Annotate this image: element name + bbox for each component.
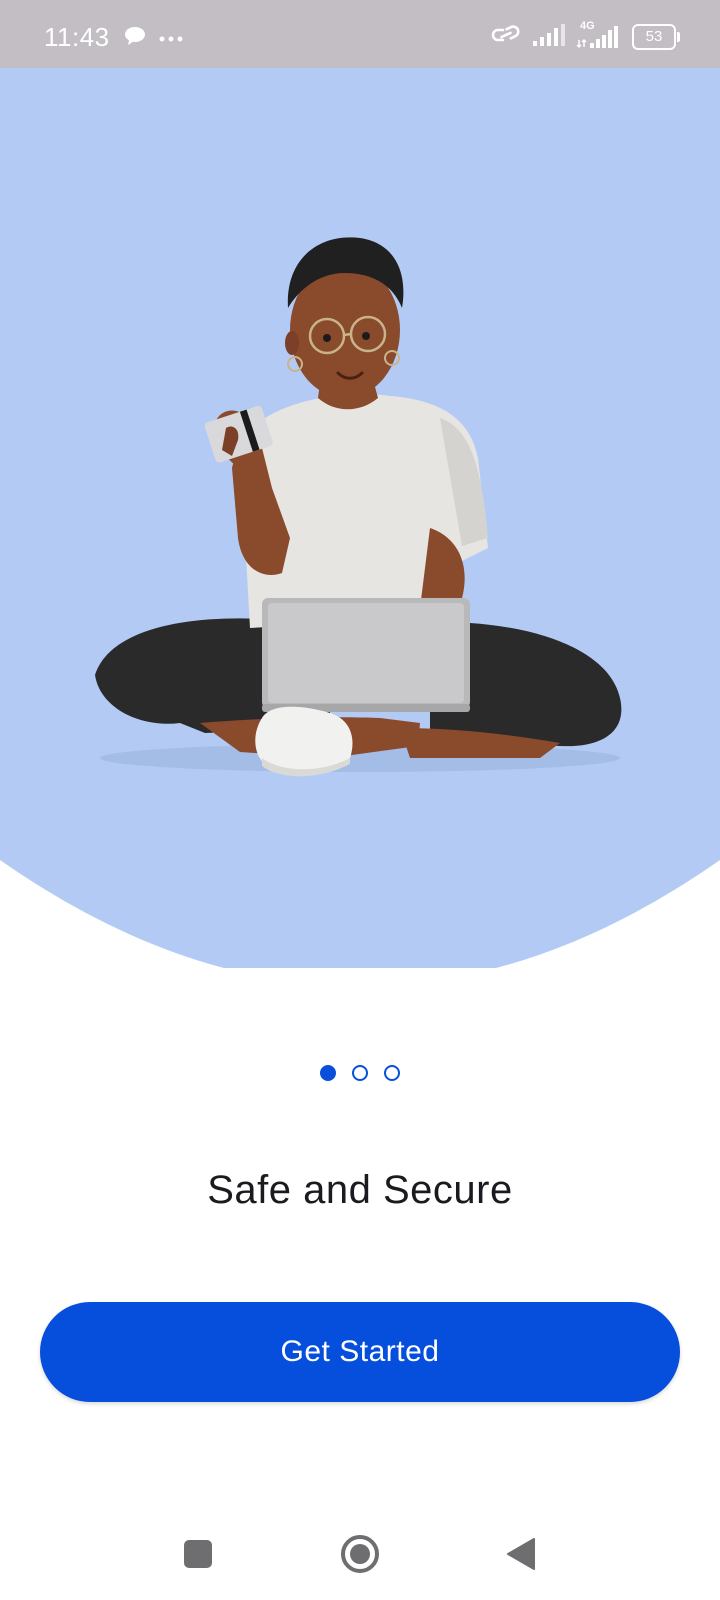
hero-background: [0, 68, 720, 968]
get-started-button[interactable]: Get Started: [40, 1302, 680, 1402]
status-bar: 11:43 4G 53: [0, 0, 720, 68]
circle-icon: [341, 1535, 379, 1573]
link-icon: [490, 23, 522, 52]
square-icon: [184, 1540, 212, 1568]
pager-dot[interactable]: [320, 1065, 336, 1081]
battery-icon: 53: [632, 24, 680, 50]
more-notifications-icon: [158, 30, 184, 48]
pager-dot[interactable]: [384, 1065, 400, 1081]
system-navigation-bar: [0, 1500, 720, 1600]
onboarding-pager: [0, 1065, 720, 1081]
pager-dot[interactable]: [352, 1065, 368, 1081]
mobile-data-4g-icon: 4G: [576, 21, 622, 49]
back-triangle-icon: [507, 1538, 535, 1570]
back-button[interactable]: [490, 1524, 550, 1584]
onboarding-title: Safe and Secure: [207, 1168, 513, 1212]
status-system-icons: 4G 53: [490, 21, 680, 52]
signal-strength-icon: [532, 23, 566, 52]
status-notification-icons: [124, 26, 184, 51]
message-bubble-icon: [124, 26, 146, 51]
onboarding-hero: [0, 68, 720, 968]
recents-button[interactable]: [168, 1524, 228, 1584]
home-button[interactable]: [330, 1524, 390, 1584]
status-time: 11:43: [44, 22, 110, 52]
